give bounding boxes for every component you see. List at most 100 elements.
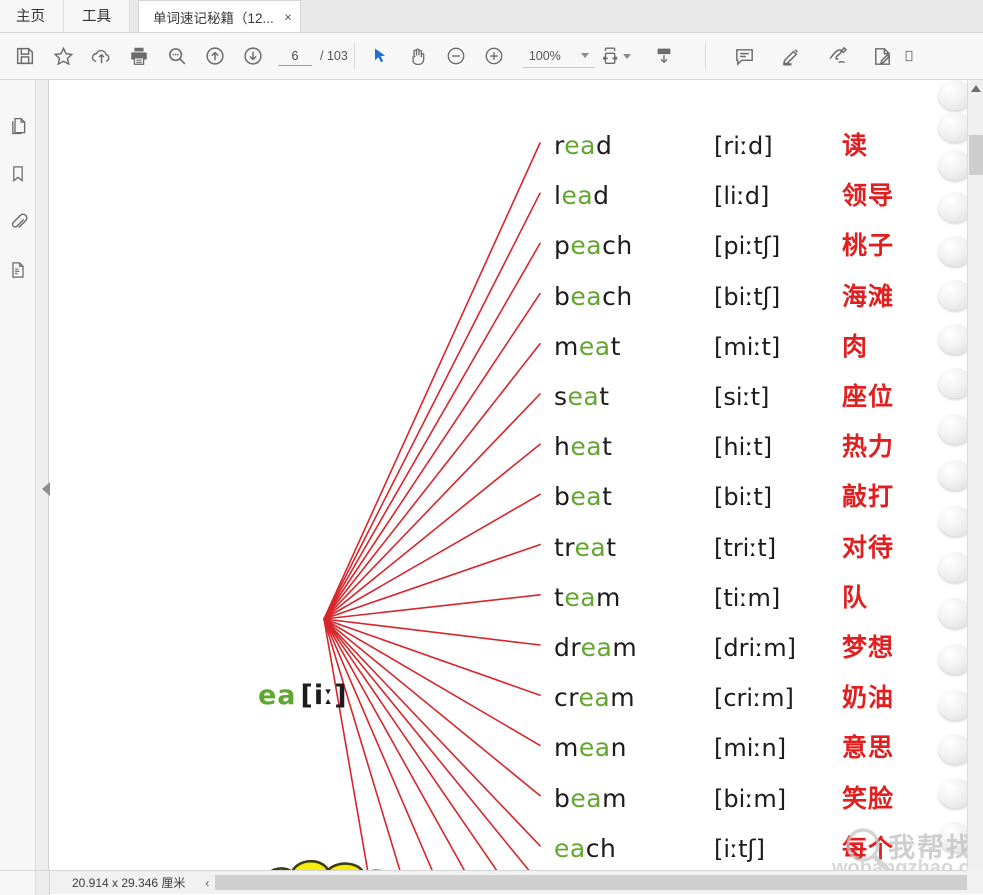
scroll-mode-icon[interactable] bbox=[645, 37, 683, 75]
main-toolbar: / 103 100% bbox=[0, 33, 983, 80]
word-translation: 每个 bbox=[842, 829, 894, 865]
cloud-puff bbox=[938, 552, 967, 582]
page-number-input[interactable] bbox=[278, 46, 312, 66]
window-tab-bar: 主页 工具 单词速记秘籍（12... × bbox=[0, 0, 983, 33]
left-sidebar-rail bbox=[0, 80, 36, 870]
hub-letters: ea bbox=[258, 680, 297, 711]
cloud-puff bbox=[938, 112, 967, 142]
word-translation: 座位 bbox=[842, 377, 894, 413]
document-tab-label: 单词速记秘籍（12... bbox=[153, 7, 274, 27]
scroll-up-arrow-icon[interactable] bbox=[968, 80, 983, 97]
close-icon[interactable]: × bbox=[284, 10, 292, 23]
word-spelling: heat bbox=[554, 432, 714, 461]
word-row: team[tiːm]队 bbox=[554, 578, 868, 614]
word-spelling: dream bbox=[554, 633, 714, 662]
word-phonetic: [siːt] bbox=[714, 383, 842, 411]
edit-doc-icon[interactable] bbox=[864, 37, 902, 75]
pdf-viewport[interactable]: ea[iː] read[riːd]读lead[liːd]领导peach[piːt… bbox=[50, 80, 967, 870]
cloud-puff bbox=[938, 598, 967, 628]
page-total-label: / 103 bbox=[320, 49, 348, 63]
save-icon[interactable] bbox=[6, 37, 44, 75]
word-translation: 笑脸 bbox=[842, 779, 894, 815]
word-spelling: lead bbox=[554, 181, 714, 210]
highlighter-icon[interactable] bbox=[772, 37, 810, 75]
mindmap-ray bbox=[324, 619, 540, 695]
mindmap-ray bbox=[324, 294, 540, 619]
word-phonetic: [biːt] bbox=[714, 483, 842, 511]
word-translation: 梦想 bbox=[842, 628, 894, 664]
word-row: lead[liːd]领导 bbox=[554, 176, 894, 212]
mindmap-ray bbox=[324, 394, 540, 619]
word-translation: 敲打 bbox=[842, 477, 894, 513]
arrow-up-icon[interactable] bbox=[196, 37, 234, 75]
word-row: meat[miːt]肉 bbox=[554, 327, 868, 363]
mindmap-hub: ea[iː] bbox=[258, 680, 348, 711]
word-row: peach[piːtʃ]桃子 bbox=[554, 226, 894, 262]
signature-icon[interactable] bbox=[818, 37, 856, 75]
word-phonetic: [biːm] bbox=[714, 785, 842, 813]
cloud-puff bbox=[938, 368, 967, 398]
cloud-upload-icon[interactable] bbox=[82, 37, 120, 75]
page-size-label: 20.914 x 29.346 厘米 bbox=[50, 874, 185, 891]
word-translation: 肉 bbox=[842, 327, 868, 363]
word-spelling: each bbox=[554, 834, 714, 863]
cloud-puff bbox=[938, 822, 967, 852]
cloud-puff bbox=[938, 460, 967, 490]
mindmap-ray bbox=[324, 344, 540, 619]
print-icon[interactable] bbox=[120, 37, 158, 75]
word-phonetic: [iːtʃ] bbox=[714, 835, 842, 863]
word-phonetic: [tiːm] bbox=[714, 584, 842, 612]
word-phonetic: [hiːt] bbox=[714, 433, 842, 461]
word-phonetic: [piːtʃ] bbox=[714, 232, 842, 260]
horizontal-scroll-left-arrow[interactable]: ‹ bbox=[199, 876, 215, 890]
zoom-out-icon[interactable] bbox=[437, 37, 475, 75]
attachments-icon[interactable] bbox=[0, 198, 36, 246]
bookmarks-icon[interactable] bbox=[0, 150, 36, 198]
page-navigation: / 103 bbox=[278, 46, 348, 66]
comment-icon[interactable] bbox=[726, 37, 764, 75]
word-spelling: beat bbox=[554, 482, 714, 511]
page-thumbnails-icon[interactable] bbox=[0, 102, 36, 150]
horizontal-scrollbar[interactable] bbox=[215, 875, 967, 890]
cloud-puff bbox=[938, 324, 967, 354]
vertical-scrollbar[interactable] bbox=[967, 80, 983, 870]
zoom-level-dropdown[interactable]: 100% bbox=[523, 44, 595, 68]
word-translation: 意思 bbox=[842, 728, 894, 764]
word-translation: 对待 bbox=[842, 528, 894, 564]
vertical-scrollbar-thumb[interactable] bbox=[969, 135, 983, 175]
word-phonetic: [riːd] bbox=[714, 132, 842, 160]
select-cursor-icon[interactable] bbox=[361, 37, 399, 75]
layers-icon[interactable] bbox=[0, 246, 36, 294]
menu-tab-tools-label: 工具 bbox=[82, 5, 111, 26]
cloud-puff bbox=[938, 690, 967, 720]
document-tab[interactable]: 单词速记秘籍（12... × bbox=[138, 0, 301, 32]
cloud-puff bbox=[938, 506, 967, 536]
zoom-in-icon[interactable] bbox=[475, 37, 513, 75]
word-row: mean[miːn]意思 bbox=[554, 728, 894, 764]
search-icon[interactable] bbox=[158, 37, 196, 75]
more-tools-icon[interactable] bbox=[902, 37, 916, 75]
yellow-cloud-shape bbox=[248, 852, 438, 870]
cloud-puff bbox=[938, 734, 967, 764]
pdf-page: ea[iː] read[riːd]读lead[liːd]领导peach[piːt… bbox=[62, 84, 952, 870]
arrow-down-icon[interactable] bbox=[234, 37, 272, 75]
cloud-puff bbox=[938, 778, 967, 808]
mindmap-ray bbox=[324, 595, 540, 619]
fit-page-chevron-down-icon[interactable] bbox=[623, 54, 631, 59]
word-translation: 领导 bbox=[842, 176, 894, 212]
word-translation: 海滩 bbox=[842, 277, 894, 313]
cloud-puff bbox=[938, 644, 967, 674]
word-row: dream[driːm]梦想 bbox=[554, 628, 894, 664]
hand-icon[interactable] bbox=[399, 37, 437, 75]
word-spelling: beach bbox=[554, 282, 714, 311]
star-icon[interactable] bbox=[44, 37, 82, 75]
mindmap-ray bbox=[324, 619, 540, 796]
word-spelling: seat bbox=[554, 382, 714, 411]
status-bar: 20.914 x 29.346 厘米 ‹ bbox=[0, 870, 983, 894]
word-spelling: meat bbox=[554, 332, 714, 361]
toolbar-divider-1 bbox=[354, 43, 355, 69]
menu-tab-home[interactable]: 主页 bbox=[0, 0, 64, 32]
zoom-level-value: 100% bbox=[525, 49, 565, 63]
menu-tab-tools[interactable]: 工具 bbox=[64, 0, 130, 32]
sidebar-collapse-arrow-icon[interactable] bbox=[42, 482, 50, 496]
